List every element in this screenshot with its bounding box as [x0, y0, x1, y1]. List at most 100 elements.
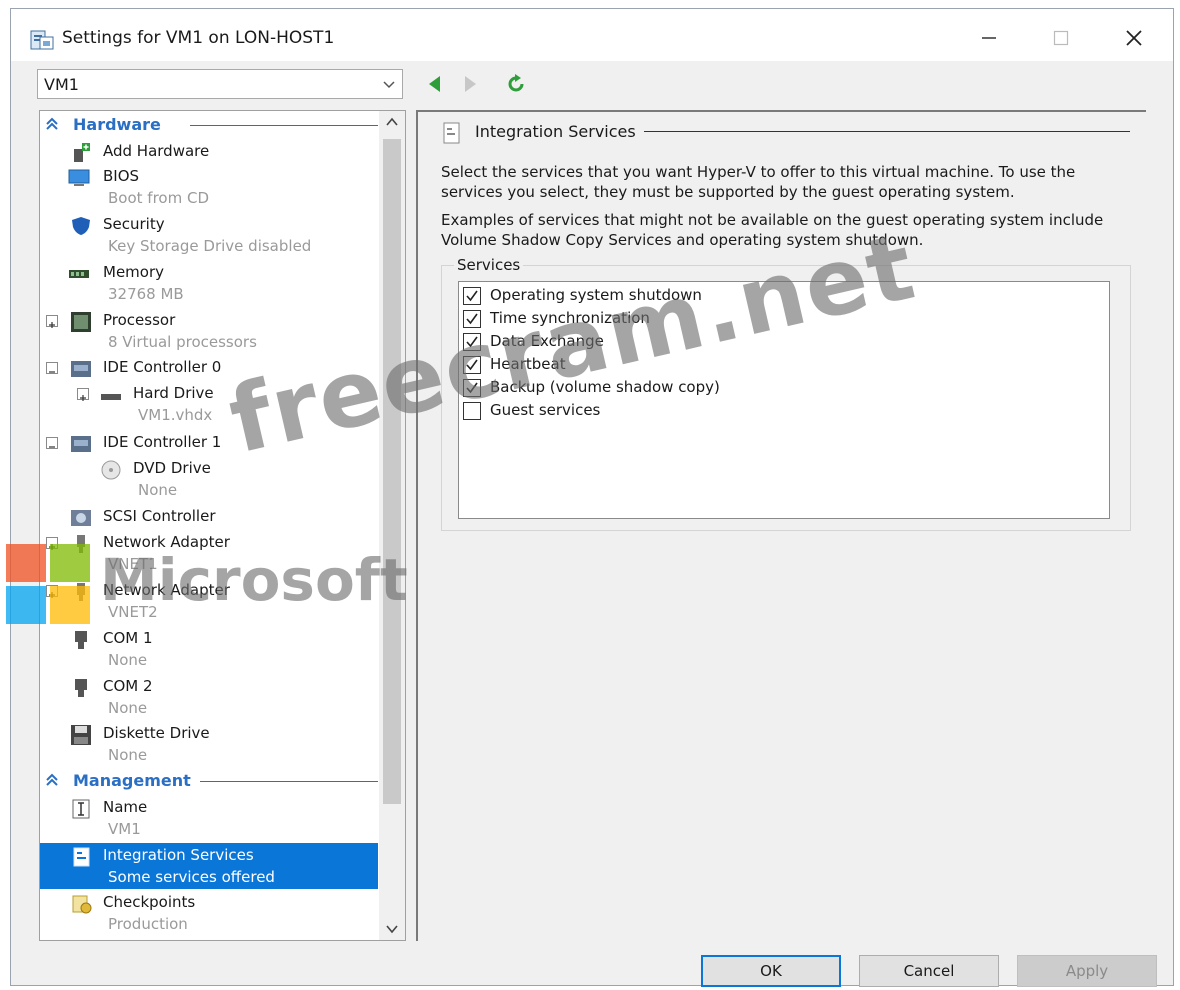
window-title: Settings for VM1 on LON-HOST1	[62, 28, 335, 48]
com-port-icon	[75, 679, 87, 697]
bios-icon	[68, 169, 90, 186]
services-group-label: Services	[454, 256, 524, 274]
tree-item-security[interactable]: Security Key Storage Drive disabled	[40, 214, 378, 260]
detail-title: Integration Services	[475, 122, 636, 141]
settings-tree-content: Hardware Add Hardware BIOS Boot from CD …	[40, 111, 378, 940]
refresh-icon[interactable]	[505, 73, 527, 95]
processor-icon	[71, 312, 91, 332]
expand-icon[interactable]	[77, 388, 89, 401]
integration-services-icon	[443, 122, 460, 144]
management-section-header[interactable]: Management	[40, 769, 378, 793]
detail-description: Select the services that you want Hyper-…	[441, 163, 1076, 201]
tree-item-label: Hard Drive	[133, 384, 214, 402]
tree-item-dvd-drive[interactable]: DVD Drive None	[40, 458, 378, 504]
tree-item-diskette-drive[interactable]: Diskette Drive None	[40, 723, 378, 769]
hard-drive-icon	[101, 394, 121, 400]
tree-item-label: Security	[103, 215, 165, 233]
vm-selector-value: VM1	[44, 75, 79, 94]
tree-item-label: SCSI Controller	[103, 507, 216, 525]
settings-window: Settings for VM1 on LON-HOST1 VM1 Hardwa…	[10, 8, 1174, 987]
maximize-button[interactable]	[1038, 21, 1084, 55]
section-divider	[200, 781, 378, 782]
forward-arrow-icon[interactable]	[459, 73, 481, 95]
tree-item-detail: None	[108, 699, 148, 717]
service-checkbox[interactable]	[463, 287, 481, 305]
tree-item-label: IDE Controller 1	[103, 433, 222, 451]
chevron-up-icon[interactable]	[385, 115, 399, 129]
memory-icon	[69, 270, 89, 278]
diskette-icon	[71, 725, 91, 745]
vm-selector-dropdown[interactable]: VM1	[37, 69, 403, 99]
expand-icon[interactable]	[46, 315, 58, 328]
shield-icon	[72, 217, 90, 235]
checkmark-icon	[466, 290, 478, 302]
tree-scrollbar[interactable]	[379, 111, 405, 940]
watermark-brand-text: Microsoft	[100, 546, 408, 614]
checkpoint-icon	[72, 895, 92, 914]
microsoft-logo-icon	[6, 544, 106, 630]
tree-item-detail: Some services offered	[108, 868, 275, 886]
tree-item-com-1[interactable]: COM 1 None	[40, 628, 378, 674]
close-button[interactable]	[1111, 21, 1157, 55]
tree-item-label: Memory	[103, 263, 165, 281]
hardware-section-label: Hardware	[73, 115, 161, 134]
ide-controller-icon	[71, 436, 91, 452]
detail-title-divider	[644, 131, 1130, 132]
tree-item-detail: Production	[108, 915, 188, 933]
hardware-section-header[interactable]: Hardware	[40, 113, 378, 137]
management-section-label: Management	[73, 771, 191, 790]
add-hardware-icon	[74, 143, 90, 162]
tree-item-label: Processor	[103, 311, 176, 329]
scroll-thumb[interactable]	[383, 139, 401, 804]
tree-item-detail: VM1.vhdx	[138, 406, 213, 424]
tree-item-label: Diskette Drive	[103, 724, 210, 742]
tree-item-detail: Boot from CD	[108, 189, 209, 207]
tree-item-label: COM 2	[103, 677, 153, 695]
tree-item-label: DVD Drive	[133, 459, 211, 477]
integration-services-icon	[73, 847, 90, 867]
title-bar: Settings for VM1 on LON-HOST1	[11, 9, 1173, 61]
tree-item-label: Add Hardware	[103, 142, 210, 160]
tree-item-checkpoints[interactable]: Checkpoints Production	[40, 892, 378, 938]
tree-item-bios[interactable]: BIOS Boot from CD	[40, 166, 378, 212]
tree-item-label: Name	[103, 798, 148, 816]
back-arrow-icon[interactable]	[424, 73, 446, 95]
tree-item-label: Checkpoints	[103, 893, 196, 911]
scsi-controller-icon	[71, 510, 91, 526]
close-icon	[1126, 30, 1142, 46]
name-tag-icon	[72, 799, 90, 819]
ide-controller-icon	[71, 361, 91, 377]
tree-item-detail: 32768 MB	[108, 285, 184, 303]
section-divider	[190, 125, 378, 126]
ok-button[interactable]: OK	[701, 955, 841, 987]
tree-item-com-2[interactable]: COM 2 None	[40, 676, 378, 722]
apply-button[interactable]: Apply	[1017, 955, 1157, 987]
com-port-icon	[75, 631, 87, 649]
tree-item-name[interactable]: Name VM1	[40, 797, 378, 843]
tree-item-detail: Key Storage Drive disabled	[108, 237, 312, 255]
collapse-icon[interactable]	[46, 437, 58, 449]
tree-item-detail: VM1	[108, 820, 141, 838]
tree-item-integration-services[interactable]: Integration Services Some services offer…	[40, 843, 378, 889]
tree-item-detail: 8 Virtual processors	[108, 333, 257, 351]
cancel-button[interactable]: Cancel	[859, 955, 999, 987]
minimize-button[interactable]	[966, 21, 1012, 55]
collapse-icon[interactable]	[46, 362, 58, 374]
collapse-chevron-icon	[46, 117, 58, 130]
chevron-down-icon	[383, 81, 395, 89]
tree-item-label: COM 1	[103, 629, 153, 647]
dvd-drive-icon	[101, 460, 121, 480]
maximize-icon	[1053, 30, 1069, 46]
tree-item-detail: None	[108, 746, 148, 764]
collapse-chevron-icon	[46, 773, 58, 786]
service-row-guest-services[interactable]: Guest services	[463, 400, 1063, 422]
minimize-icon	[982, 37, 996, 39]
tree-item-label: BIOS	[103, 167, 140, 185]
tree-item-detail: None	[108, 651, 148, 669]
tree-item-label: IDE Controller 0	[103, 358, 222, 376]
tree-item-detail: None	[138, 481, 178, 499]
tree-item-memory[interactable]: Memory 32768 MB	[40, 262, 378, 308]
vm-settings-icon	[30, 30, 54, 50]
chevron-down-icon[interactable]	[385, 922, 399, 936]
settings-tree: Hardware Add Hardware BIOS Boot from CD …	[39, 110, 406, 941]
